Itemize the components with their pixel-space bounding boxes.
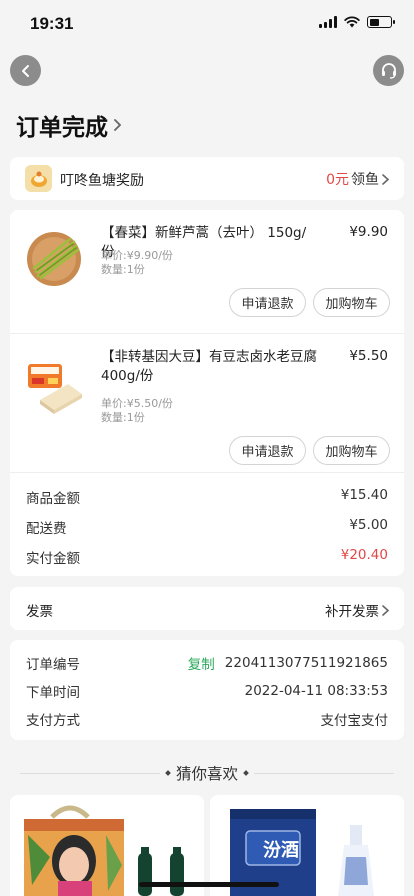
divider-line xyxy=(19,772,160,774)
page-title: 订单完成 xyxy=(16,115,108,141)
order-info-card: 订单编号 复制 2204113077511921865 下单时间 2022-04… xyxy=(10,640,404,740)
order-status-title[interactable]: 订单完成 xyxy=(16,108,122,142)
invoice-label: 发票 xyxy=(26,604,53,620)
chevron-right-icon xyxy=(382,173,390,185)
invoice-card[interactable]: 发票 补开发票 xyxy=(10,587,404,630)
reward-action: 领鱼 xyxy=(351,172,379,188)
product-unit-price: 单价:¥9.90/份 xyxy=(101,249,173,262)
chevron-left-icon xyxy=(21,64,29,77)
chevron-right-icon xyxy=(114,119,122,131)
summary-delivery-value: ¥5.00 xyxy=(349,517,388,533)
order-number-value: 2204113077511921865 xyxy=(224,655,388,671)
battery-icon xyxy=(367,16,395,28)
reissue-invoice-link[interactable]: 补开发票 xyxy=(325,600,390,620)
add-to-cart-button[interactable]: 加购物车 xyxy=(313,436,390,465)
summary-paid-row: 实付金额 ¥20.40 xyxy=(26,547,388,567)
back-button[interactable] xyxy=(10,55,41,86)
product-image-artemisia[interactable] xyxy=(24,228,86,290)
reward-amount: 0元 xyxy=(326,172,349,188)
payment-method-row: 支付方式 支付宝支付 xyxy=(26,709,388,729)
summary-delivery-label: 配送费 xyxy=(26,521,67,537)
recommend-product-card[interactable] xyxy=(10,795,204,896)
order-time-label: 下单时间 xyxy=(26,685,80,701)
headset-icon xyxy=(381,62,396,79)
product-price: ¥9.90 xyxy=(349,224,388,240)
product-name: 【非转基因大豆】有豆志卤水老豆腐 400g/份 xyxy=(101,349,317,384)
recommend-product-label: 汾酒 xyxy=(263,840,299,861)
product-quantity: 数量:1份 xyxy=(101,411,145,424)
recommend-product-card[interactable]: 汾酒 xyxy=(210,795,404,896)
status-time: 19:31 xyxy=(30,14,74,33)
recommend-product-image-gift-box xyxy=(24,805,184,896)
status-icons xyxy=(319,16,395,28)
product-item: 【春菜】新鲜芦蒿（去叶） 150g/份 ¥9.90 单价:¥9.90/份 数量:… xyxy=(10,210,404,333)
reward-claim-link[interactable]: 0元 领鱼 xyxy=(326,169,390,189)
order-items-card: 【春菜】新鲜芦蒿（去叶） 150g/份 ¥9.90 单价:¥9.90/份 数量:… xyxy=(10,210,404,576)
reward-label: 叮咚鱼塘奖励 xyxy=(60,173,144,189)
order-time-row: 下单时间 2022-04-11 08:33:53 xyxy=(26,681,388,701)
invoice-action: 补开发票 xyxy=(325,604,379,620)
chevron-right-icon xyxy=(382,604,390,616)
divider-line xyxy=(254,772,394,774)
recommend-header: 猜你喜欢 xyxy=(0,762,414,784)
fish-pond-icon xyxy=(25,165,52,192)
reward-card[interactable]: 叮咚鱼塘奖励 0元 领鱼 xyxy=(10,157,404,200)
order-number-row: 订单编号 复制 2204113077511921865 xyxy=(26,653,388,673)
customer-service-button[interactable] xyxy=(373,55,404,86)
status-bar: 19:31 xyxy=(0,0,414,48)
summary-goods-label: 商品金额 xyxy=(26,491,80,507)
recommend-title: 猜你喜欢 xyxy=(175,765,238,783)
summary-goods-value: ¥15.40 xyxy=(340,487,388,503)
diamond-icon xyxy=(243,770,249,776)
summary-paid-value: ¥20.40 xyxy=(340,547,388,563)
summary-goods-row: 商品金额 ¥15.40 xyxy=(26,487,388,507)
refund-button[interactable]: 申请退款 xyxy=(229,288,306,317)
price-summary: 商品金额 ¥15.40 配送费 ¥5.00 实付金额 ¥20.40 xyxy=(10,472,404,576)
product-image-tofu[interactable] xyxy=(24,354,86,416)
payment-method-value: 支付宝支付 xyxy=(320,713,389,729)
product-item: 【非转基因大豆】有豆志卤水老豆腐 400g/份 ¥5.50 单价:¥5.50/份… xyxy=(10,333,404,472)
diamond-icon xyxy=(165,770,171,776)
order-time-value: 2022-04-11 08:33:53 xyxy=(244,683,388,699)
add-to-cart-button[interactable]: 加购物车 xyxy=(313,288,390,317)
wifi-icon xyxy=(344,16,360,28)
product-unit-price: 单价:¥5.50/份 xyxy=(101,397,173,410)
refund-button[interactable]: 申请退款 xyxy=(229,436,306,465)
product-quantity: 数量:1份 xyxy=(101,263,145,276)
product-price: ¥5.50 xyxy=(349,348,388,364)
signal-icon xyxy=(319,16,337,28)
summary-delivery-row: 配送费 ¥5.00 xyxy=(26,517,388,537)
summary-paid-label: 实付金额 xyxy=(26,551,80,567)
copy-order-number-button[interactable]: 复制 xyxy=(188,653,215,673)
home-indicator[interactable] xyxy=(139,882,279,887)
payment-method-label: 支付方式 xyxy=(26,713,80,729)
order-number-label: 订单编号 xyxy=(26,657,80,673)
